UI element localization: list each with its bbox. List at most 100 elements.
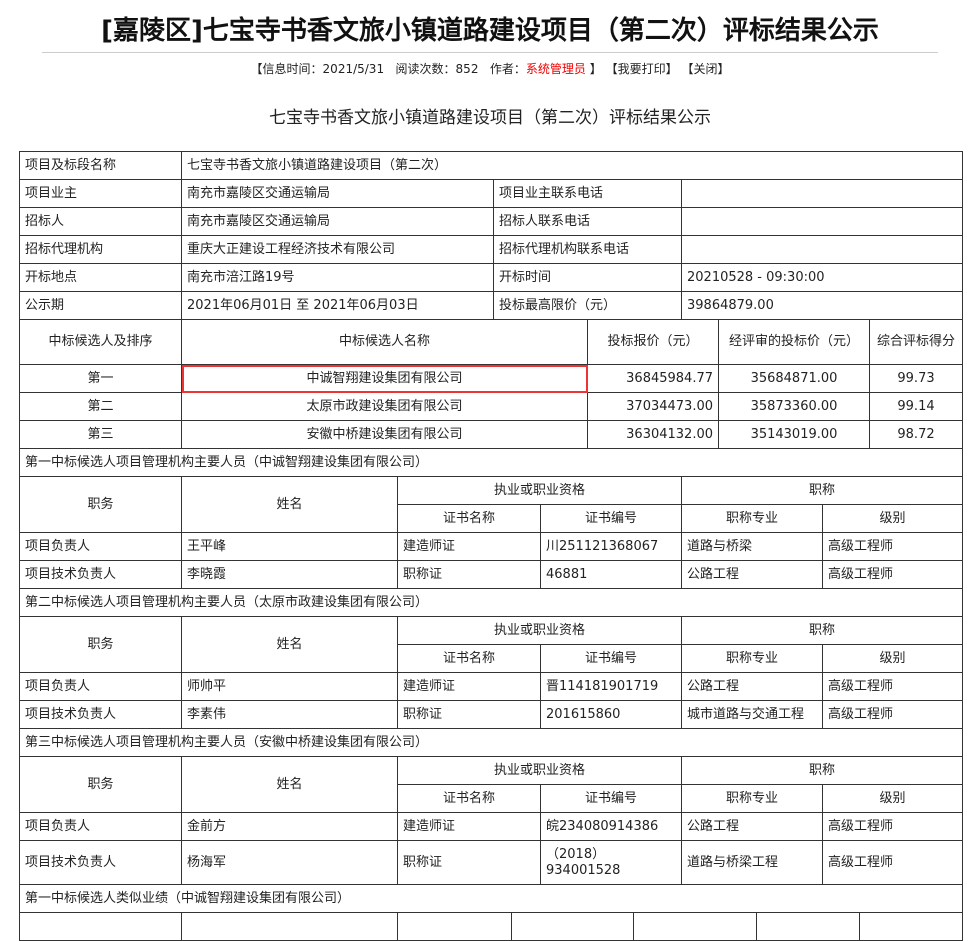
person-name: 师帅平	[181, 672, 398, 701]
title-level: 高级工程师	[822, 840, 963, 885]
label: 公示期	[19, 291, 182, 320]
label: 开标时间	[493, 263, 682, 292]
section-heading-row: 第三中标候选人项目管理机构主要人员（安徽中桥建设集团有限公司）	[19, 728, 963, 757]
rank: 第二	[19, 392, 182, 421]
divider	[42, 52, 938, 53]
cert-name: 职称证	[397, 840, 541, 885]
reads-label: 阅读次数：	[395, 62, 456, 76]
value: 七宝寺书香文旅小镇道路建设项目（第二次）	[181, 151, 963, 180]
cert-name: 职称证	[397, 560, 541, 589]
staff-table: 第二中标候选人项目管理机构主要人员（太原市政建设集团有限公司） 职务 姓名 执业或职业…	[19, 588, 963, 729]
candidate-row: 第二 太原市政建设集团有限公司 37034473.00 35873360.00 99.1…	[19, 392, 963, 421]
section-heading: 第一中标候选人类似业绩（中诚智翔建设集团有限公司）	[19, 884, 963, 913]
close-link[interactable]: 【关闭】	[681, 62, 729, 76]
cell	[756, 912, 860, 941]
column-header: 职称专业	[681, 504, 823, 533]
staff-sections: 第一中标候选人项目管理机构主要人员（中诚智翔建设集团有限公司） 职务 姓名 执业或职业…	[19, 448, 963, 885]
title-level: 高级工程师	[822, 812, 963, 841]
label: 开标地点	[19, 263, 182, 292]
cert-number: 川251121368067	[540, 532, 682, 561]
score: 99.73	[869, 364, 963, 393]
candidates-table: 中标候选人及排序 中标候选人名称 投标报价（元） 经评审的投标价（元） 综合评标…	[19, 319, 963, 449]
title-major: 道路与桥梁工程	[681, 840, 823, 885]
column-header: 证书名称	[397, 784, 541, 813]
cert-name: 建造师证	[397, 532, 541, 561]
reads-count: 852	[455, 62, 479, 76]
rank: 第一	[19, 364, 182, 393]
staff-row: 项目技术负责人 李晓霞 职称证 46881 公路工程 高级工程师	[19, 560, 963, 589]
table-row: 招标人 南充市嘉陵区交通运输局 招标人联系电话	[19, 207, 963, 236]
header-row: 职务 姓名 执业或职业资格 职称	[19, 756, 963, 813]
column-header: 职称	[681, 476, 963, 505]
section-heading: 第一中标候选人项目管理机构主要人员（中诚智翔建设集团有限公司）	[19, 448, 963, 477]
bid-price: 36304132.00	[587, 420, 719, 449]
column-header: 姓名	[181, 476, 398, 533]
column-header: 级别	[822, 784, 963, 813]
candidate-row: 第一 中诚智翔建设集团有限公司 36845984.77 35684871.00 99.7…	[19, 364, 963, 393]
evaluated-price: 35684871.00	[718, 364, 870, 393]
document-subtitle: 七宝寺书香文旅小镇道路建设项目（第二次）评标结果公示	[269, 108, 711, 128]
column-header: 职称专业	[681, 644, 823, 673]
result-table: 项目及标段名称 七宝寺书香文旅小镇道路建设项目（第二次） 项目业主 南充市嘉陵区交通…	[19, 151, 963, 941]
section-heading: 第二中标候选人项目管理机构主要人员（太原市政建设集团有限公司）	[19, 588, 963, 617]
cert-number: 46881	[540, 560, 682, 589]
column-header: 姓名	[181, 756, 398, 813]
cell	[511, 912, 634, 941]
person-name: 李晓霞	[181, 560, 398, 589]
info-time-label: 【信息时间：	[250, 62, 323, 76]
candidate-name: 中诚智翔建设集团有限公司	[181, 364, 588, 393]
role: 项目负责人	[19, 812, 182, 841]
label: 投标最高限价（元）	[493, 291, 682, 320]
person-name: 杨海军	[181, 840, 398, 885]
column-header: 证书名称	[397, 644, 541, 673]
print-link[interactable]: 【我要打印】	[606, 62, 678, 76]
column-header: 执业或职业资格	[397, 756, 682, 785]
column-header: 中标候选人及排序	[19, 319, 182, 365]
staff-row: 项目技术负责人 杨海军 职称证 （2018）934001528 道路与桥梁工程 高级工程师	[19, 840, 963, 885]
cert-number: 晋114181901719	[540, 672, 682, 701]
value: 20210528 - 09:30:00	[681, 263, 963, 292]
title-major: 城市道路与交通工程	[681, 700, 823, 729]
cell	[19, 912, 182, 941]
column-header: 职称	[681, 616, 963, 645]
label: 招标代理机构	[19, 235, 182, 264]
performance-table: 第一中标候选人类似业绩（中诚智翔建设集团有限公司）	[19, 884, 963, 941]
value: 39864879.00	[681, 291, 963, 320]
label: 招标代理机构联系电话	[493, 235, 682, 264]
role: 项目技术负责人	[19, 840, 182, 885]
label: 项目及标段名称	[19, 151, 182, 180]
staff-row: 项目负责人 师帅平 建造师证 晋114181901719 公路工程 高级工程师	[19, 672, 963, 701]
value	[681, 207, 963, 236]
cert-name: 建造师证	[397, 672, 541, 701]
column-header: 执业或职业资格	[397, 476, 682, 505]
staff-row: 项目负责人 王平峰 建造师证 川251121368067 道路与桥梁 高级工程师	[19, 532, 963, 561]
author: 系统管理员	[525, 62, 586, 76]
value: 2021年06月01日 至 2021年06月03日	[181, 291, 494, 320]
title-major: 公路工程	[681, 560, 823, 589]
column-header: 级别	[822, 504, 963, 533]
role: 项目负责人	[19, 672, 182, 701]
rank: 第三	[19, 420, 182, 449]
column-header: 证书编号	[540, 504, 682, 533]
title-level: 高级工程师	[822, 560, 963, 589]
column-header: 证书编号	[540, 784, 682, 813]
title-level: 高级工程师	[822, 532, 963, 561]
person-name: 李素伟	[181, 700, 398, 729]
value: 南充市涪江路19号	[181, 263, 494, 292]
page-title: [嘉陵区]七宝寺书香文旅小镇道路建设项目（第二次）评标结果公示	[101, 16, 879, 46]
staff-table: 第一中标候选人项目管理机构主要人员（中诚智翔建设集团有限公司） 职务 姓名 执业或职业…	[19, 448, 963, 589]
role: 项目技术负责人	[19, 700, 182, 729]
author-label: 作者：	[489, 62, 526, 76]
title-level: 高级工程师	[822, 700, 963, 729]
column-header: 职称	[681, 756, 963, 785]
evaluated-price: 35873360.00	[718, 392, 870, 421]
section-heading-row: 第一中标候选人项目管理机构主要人员（中诚智翔建设集团有限公司）	[19, 448, 963, 477]
staff-row: 项目负责人 金前方 建造师证 皖234080914386 公路工程 高级工程师	[19, 812, 963, 841]
candidate-name: 安徽中桥建设集团有限公司	[181, 420, 588, 449]
cell	[859, 912, 963, 941]
column-header: 姓名	[181, 616, 398, 673]
label: 招标人	[19, 207, 182, 236]
table-row	[19, 912, 963, 941]
column-header: 级别	[822, 644, 963, 673]
column-header: 职务	[19, 476, 182, 533]
